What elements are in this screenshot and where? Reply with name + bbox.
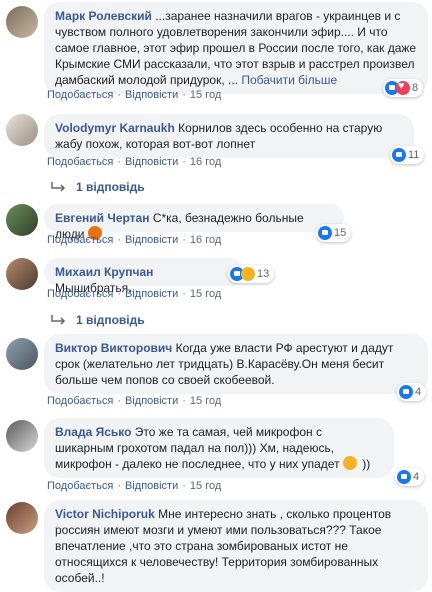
reply-link[interactable]: Відповісти bbox=[125, 89, 178, 101]
reaction-count: 13 bbox=[257, 268, 270, 280]
reply-link[interactable]: Відповісти bbox=[125, 288, 178, 300]
comment-time[interactable]: 16 год bbox=[190, 156, 221, 168]
comment-actions: Подобається · Відповісти · 16 год bbox=[47, 234, 222, 246]
comment-author[interactable]: Виктор Викторович bbox=[55, 341, 172, 355]
comment-time[interactable]: 15 год bbox=[190, 395, 221, 407]
like-icon bbox=[397, 470, 411, 484]
comment-author[interactable]: Евгений Чертан bbox=[55, 211, 149, 225]
reaction-summary[interactable]: 4 bbox=[395, 468, 425, 486]
reaction-summary[interactable]: 13 bbox=[228, 265, 275, 283]
reply-arrow-icon bbox=[51, 182, 66, 192]
comment-bubble: Volodymyr Karnaukh Корнилов здесь особен… bbox=[44, 114, 414, 158]
reaction-count: 11 bbox=[408, 149, 420, 161]
see-more-link[interactable]: Побачити більше bbox=[241, 73, 337, 87]
comment-author[interactable]: Volodymyr Karnaukh bbox=[55, 121, 175, 135]
avatar[interactable] bbox=[6, 6, 38, 38]
view-replies-link[interactable]: 1 відповідь bbox=[50, 313, 145, 327]
reaction-summary[interactable]: 15 bbox=[316, 224, 352, 242]
comment-time[interactable]: 15 год bbox=[190, 288, 221, 300]
like-link[interactable]: Подобається bbox=[47, 395, 113, 407]
reaction-count: 4 bbox=[415, 386, 422, 398]
reaction-summary[interactable]: 11 bbox=[390, 146, 425, 164]
comment-actions: Подобається · Відповісти · 16 год bbox=[47, 156, 222, 168]
comment-time[interactable]: 15 год bbox=[190, 480, 221, 492]
like-icon bbox=[318, 226, 332, 240]
facepalm-emoji-icon bbox=[342, 456, 357, 470]
comment-author[interactable]: Влада Ясько bbox=[55, 425, 131, 439]
reaction-count: 4 bbox=[413, 471, 420, 483]
comment-actions: Подобається · Відповісти · 15 год bbox=[47, 89, 222, 101]
comment-actions: Подобається · Відповісти · 15 год bbox=[47, 288, 222, 300]
avatar[interactable] bbox=[6, 420, 38, 452]
comment-bubble: Михаил Крупчан Мышибратья... bbox=[44, 258, 244, 295]
like-icon bbox=[392, 148, 406, 162]
like-link[interactable]: Подобається bbox=[47, 234, 113, 246]
reply-link[interactable]: Відповісти bbox=[125, 156, 178, 168]
avatar[interactable] bbox=[6, 502, 38, 534]
reply-link[interactable]: Відповісти bbox=[125, 234, 178, 246]
like-link[interactable]: Подобається bbox=[47, 156, 113, 168]
comment-bubble: Виктор Викторович Когда уже власти РФ ар… bbox=[44, 334, 428, 394]
reply-link[interactable]: Відповісти bbox=[125, 480, 178, 492]
view-replies-link[interactable]: 1 відповідь bbox=[50, 180, 145, 194]
comment-author[interactable]: Михаил Крупчан bbox=[55, 265, 153, 279]
reaction-count: 15 bbox=[334, 227, 347, 239]
comment-author[interactable]: Victor Nichiporuk bbox=[55, 507, 155, 521]
reaction-summary[interactable]: 8 bbox=[383, 79, 424, 97]
haha-icon bbox=[241, 267, 255, 281]
avatar[interactable] bbox=[6, 258, 38, 290]
like-icon bbox=[399, 385, 413, 399]
reply-arrow-icon bbox=[51, 315, 66, 325]
comment-actions: Подобається · Відповісти · 15 год bbox=[47, 480, 222, 492]
replies-count[interactable]: 1 відповідь bbox=[76, 313, 145, 327]
comment-author[interactable]: Марк Ролевский bbox=[55, 9, 152, 23]
reply-link[interactable]: Відповісти bbox=[125, 395, 178, 407]
reaction-summary[interactable]: 4 bbox=[397, 383, 427, 401]
like-link[interactable]: Подобається bbox=[47, 89, 113, 101]
comment-bubble: Влада Ясько Это же та самая, чей микрофо… bbox=[44, 418, 394, 478]
comment-text-tail: )) bbox=[362, 457, 371, 471]
love-icon bbox=[396, 80, 410, 95]
comment-actions: Подобається · Відповісти · 15 год bbox=[47, 395, 222, 407]
replies-count[interactable]: 1 відповідь bbox=[76, 180, 145, 194]
comment-bubble: Марк Ролевский ...заранее назначили враг… bbox=[44, 2, 428, 94]
comment-time[interactable]: 16 год bbox=[190, 234, 221, 246]
reaction-count: 8 bbox=[412, 82, 419, 94]
comment-time[interactable]: 15 год bbox=[190, 89, 221, 101]
avatar[interactable] bbox=[6, 204, 38, 236]
avatar[interactable] bbox=[6, 338, 38, 370]
comment-bubble: Евгений Чертан С*ка, безнадежно больные … bbox=[44, 204, 344, 241]
comment-bubble: Victor Nichiporuk Мне интересно знать , … bbox=[44, 500, 428, 592]
like-link[interactable]: Подобається bbox=[47, 288, 113, 300]
avatar[interactable] bbox=[6, 114, 38, 146]
like-link[interactable]: Подобається bbox=[47, 480, 113, 492]
